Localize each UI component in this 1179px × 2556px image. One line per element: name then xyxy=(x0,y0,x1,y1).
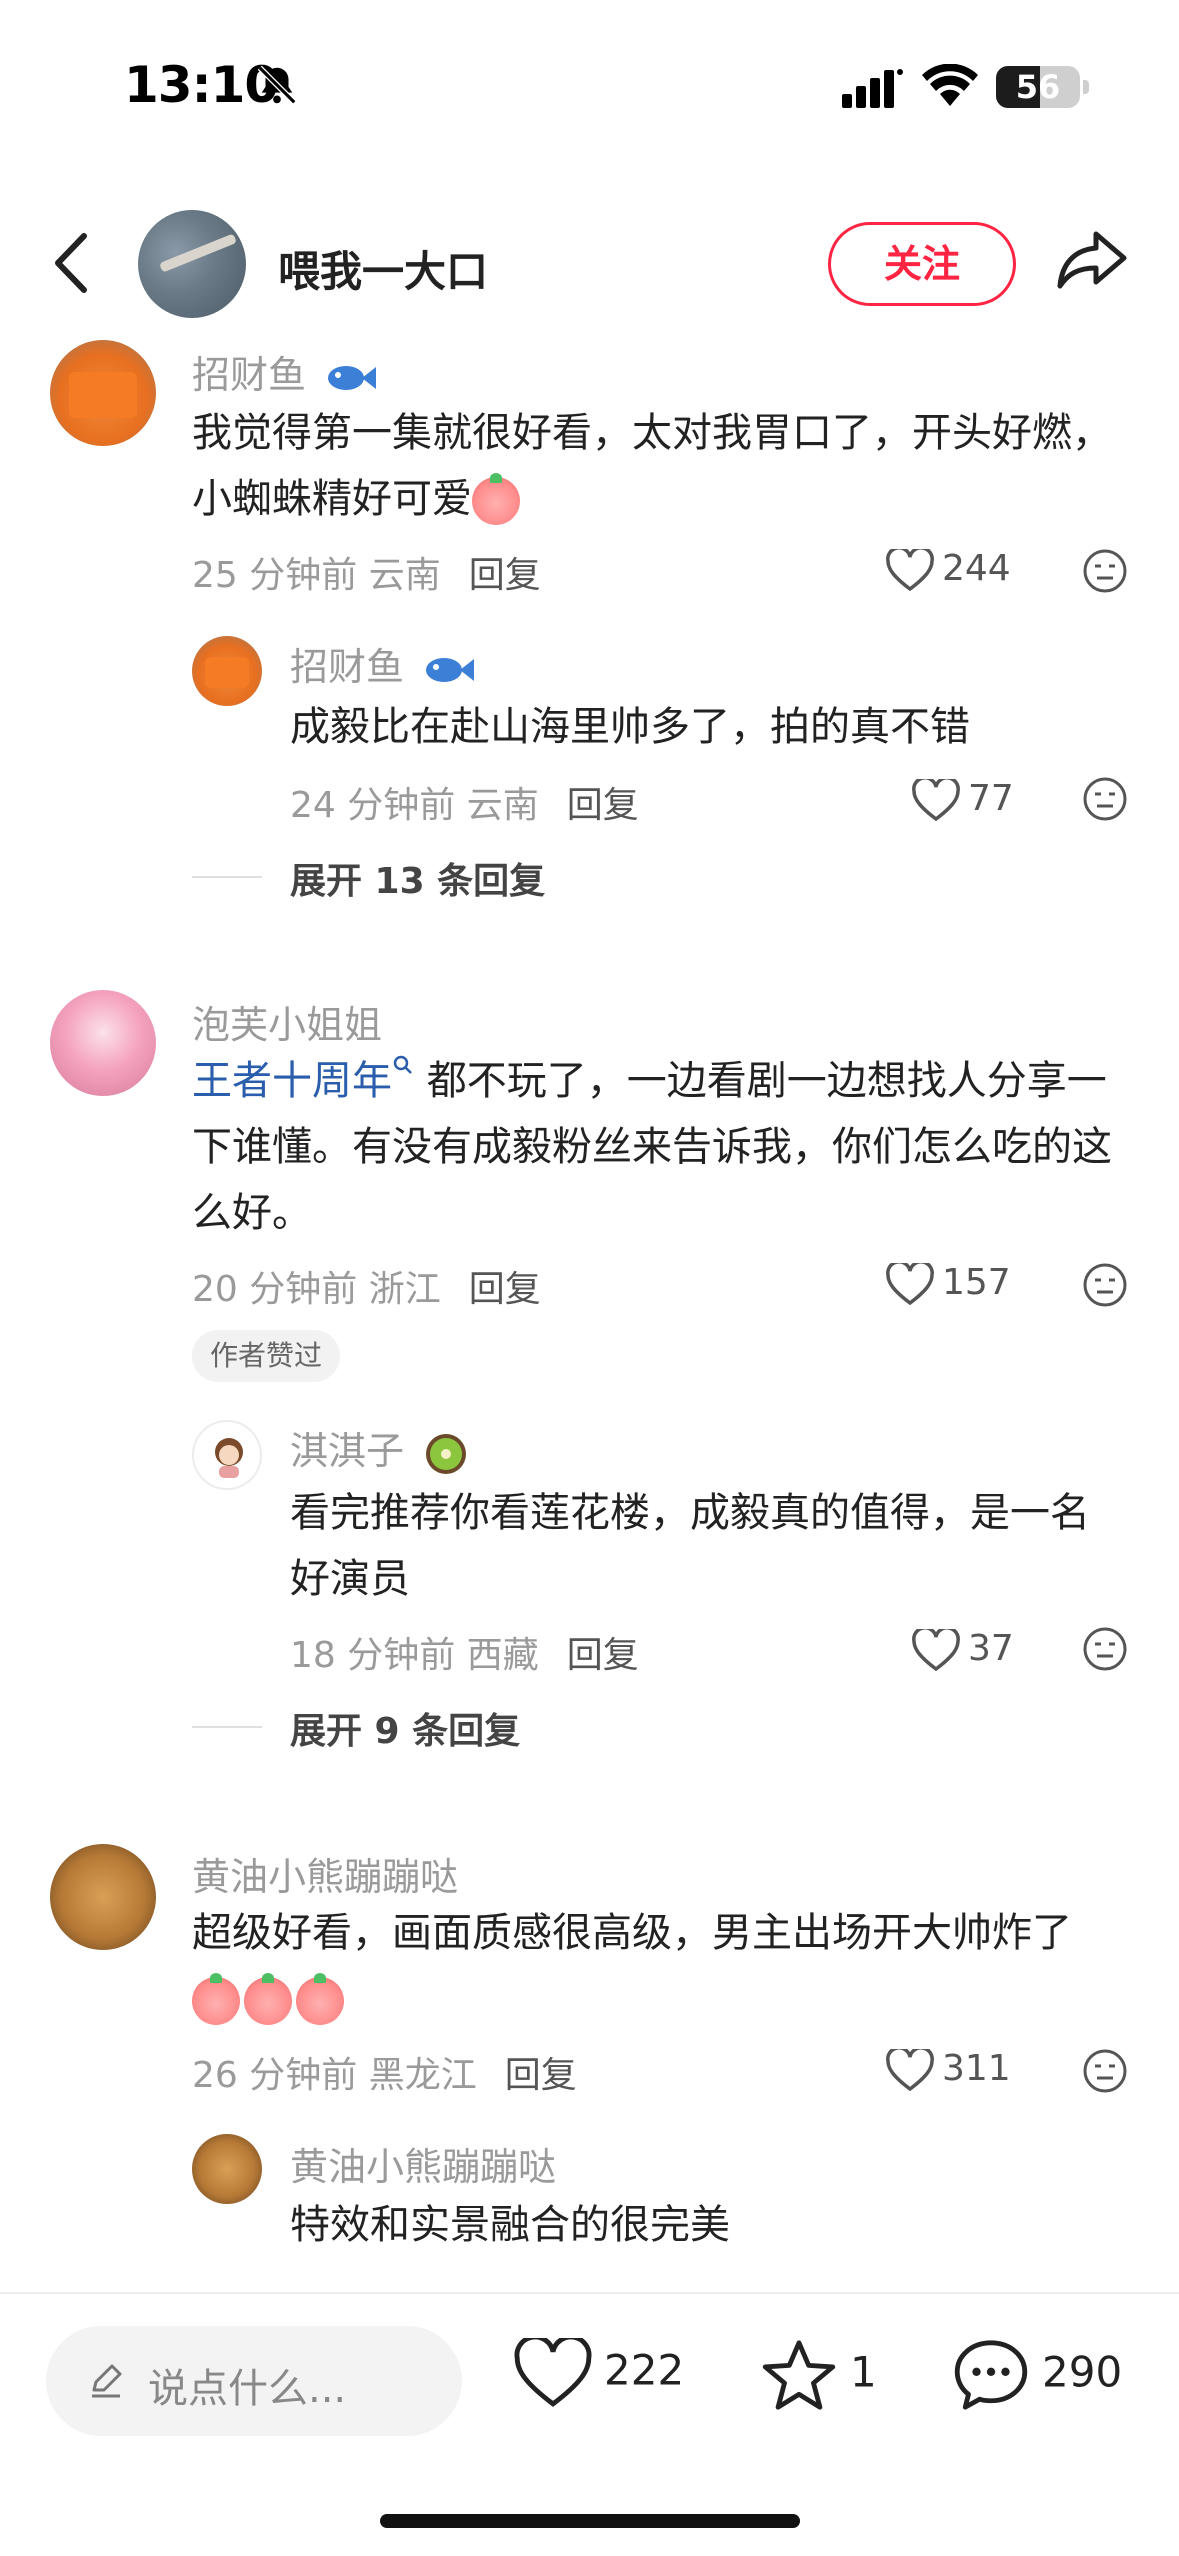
reply-like-button[interactable]: 37 xyxy=(912,1626,1014,1672)
comment-text: 我觉得第一集就很好看，太对我胃口了，开头好燃，小蜘蛛精好可爱 xyxy=(192,400,1112,532)
reply-avatar[interactable] xyxy=(192,636,262,706)
comment-bubble-icon xyxy=(954,2340,1028,2410)
emoji-react-icon[interactable] xyxy=(1082,548,1128,594)
bell-muted-icon xyxy=(257,65,297,105)
cute-face-emoji-icon xyxy=(192,1973,240,2025)
comment-username[interactable]: 招财鱼 xyxy=(192,344,377,399)
follow-button[interactable]: 关注 xyxy=(828,222,1016,306)
heart-icon xyxy=(912,776,960,822)
wifi-icon xyxy=(922,64,978,106)
pen-icon xyxy=(92,2364,122,2398)
heart-icon xyxy=(886,1260,934,1306)
post-star-button[interactable]: 1 xyxy=(760,2338,877,2412)
reply-username[interactable]: 招财鱼 xyxy=(290,636,475,691)
cute-face-emoji-icon xyxy=(296,1973,344,2025)
author-name[interactable]: 喂我一大口 xyxy=(278,238,488,299)
comment-meta: 26 分钟前 黑龙江 回复 xyxy=(192,2055,577,2096)
heart-icon xyxy=(514,2334,592,2407)
reply-text: 特效和实景融合的很完美 xyxy=(290,2202,730,2248)
back-arrow-icon[interactable] xyxy=(48,230,98,296)
kiwi-badge-icon xyxy=(426,1433,467,1474)
fish-badge-icon xyxy=(426,657,475,682)
emoji-react-icon[interactable] xyxy=(1082,2048,1128,2094)
battery-indicator: 56 xyxy=(996,66,1080,108)
expand-divider xyxy=(192,876,262,878)
post-header: 喂我一大口 关注 xyxy=(0,200,1179,330)
reply-button[interactable]: 回复 xyxy=(567,785,639,826)
status-bar: 13:10 56 xyxy=(0,0,1179,150)
reply-like-button[interactable]: 77 xyxy=(912,776,1014,822)
girl-avatar-icon xyxy=(215,1438,243,1478)
comment-input[interactable]: 说点什么... xyxy=(46,2326,462,2436)
heart-icon xyxy=(886,546,934,592)
share-icon[interactable] xyxy=(1056,228,1128,292)
reply-text: 成毅比在赴山海里帅多了，拍的真不错 xyxy=(290,704,970,750)
reply-meta: 18 分钟前 西藏 回复 xyxy=(290,1635,639,1676)
reply-button[interactable]: 回复 xyxy=(469,555,541,596)
reply-button[interactable]: 回复 xyxy=(505,2055,577,2096)
search-icon xyxy=(393,1055,412,1074)
battery-tip xyxy=(1083,80,1089,94)
star-icon xyxy=(762,2340,836,2410)
commenter-avatar[interactable] xyxy=(50,340,156,446)
battery-percent: 56 xyxy=(1015,68,1061,106)
expand-replies-button[interactable]: 展开 13 条回复 xyxy=(290,852,545,904)
comment-username[interactable]: 泡芙小姐姐 xyxy=(192,994,382,1049)
reply-meta: 24 分钟前 云南 回复 xyxy=(290,785,639,826)
comment-like-button[interactable]: 244 xyxy=(886,546,1011,592)
comment-meta: 20 分钟前 浙江 回复 xyxy=(192,1269,541,1310)
emoji-react-icon[interactable] xyxy=(1082,1626,1128,1672)
comment-text: 超级好看，画面质感很高级，男主出场开大帅炸了 xyxy=(192,1900,1112,2032)
cellular-signal-icon xyxy=(842,69,903,108)
commenter-avatar[interactable] xyxy=(50,1844,156,1950)
fish-badge-icon xyxy=(328,365,377,390)
author-liked-tag: 作者赞过 xyxy=(192,1330,341,1382)
commenter-avatar[interactable] xyxy=(50,990,156,1096)
home-indicator xyxy=(380,2514,800,2528)
reply-username[interactable]: 黄油小熊蹦蹦哒 xyxy=(290,2136,556,2191)
cute-face-emoji-icon xyxy=(244,1973,292,2025)
comment-meta: 25 分钟前 云南 回复 xyxy=(192,555,541,596)
comment-text: 王者十周年 都不玩了，一边看剧一边想找人分享一下谁懂。有没有成毅粉丝来告诉我，你… xyxy=(192,1048,1132,1246)
emoji-react-icon[interactable] xyxy=(1082,776,1128,822)
expand-replies-button[interactable]: 展开 9 条回复 xyxy=(290,1702,520,1754)
author-avatar[interactable] xyxy=(138,210,246,318)
reply-button[interactable]: 回复 xyxy=(567,1635,639,1676)
heart-icon xyxy=(886,2046,934,2092)
reply-button[interactable]: 回复 xyxy=(469,1269,541,1310)
comment-like-button[interactable]: 311 xyxy=(886,2046,1011,2092)
comment-like-button[interactable]: 157 xyxy=(886,1260,1011,1306)
reply-avatar[interactable] xyxy=(192,1420,262,1490)
bottom-action-bar: 说点什么... 222 1 290 xyxy=(0,2292,1179,2556)
input-placeholder: 说点什么... xyxy=(148,2366,347,2412)
post-like-button[interactable]: 222 xyxy=(514,2334,684,2408)
comment-username[interactable]: 黄油小熊蹦蹦哒 xyxy=(192,1846,458,1901)
topic-link[interactable]: 王者十周年 xyxy=(192,1055,414,1104)
emoji-react-icon[interactable] xyxy=(1082,1262,1128,1308)
reply-avatar[interactable] xyxy=(192,2134,262,2204)
cute-face-emoji-icon xyxy=(472,473,520,525)
reply-username[interactable]: 淇淇子 xyxy=(290,1420,470,1478)
post-comment-button[interactable]: 290 xyxy=(952,2338,1122,2412)
expand-divider xyxy=(192,1726,262,1728)
reply-text: 看完推荐你看莲花楼，成毅真的值得，是一名好演员 xyxy=(290,1490,1090,1602)
heart-icon xyxy=(912,1626,960,1672)
